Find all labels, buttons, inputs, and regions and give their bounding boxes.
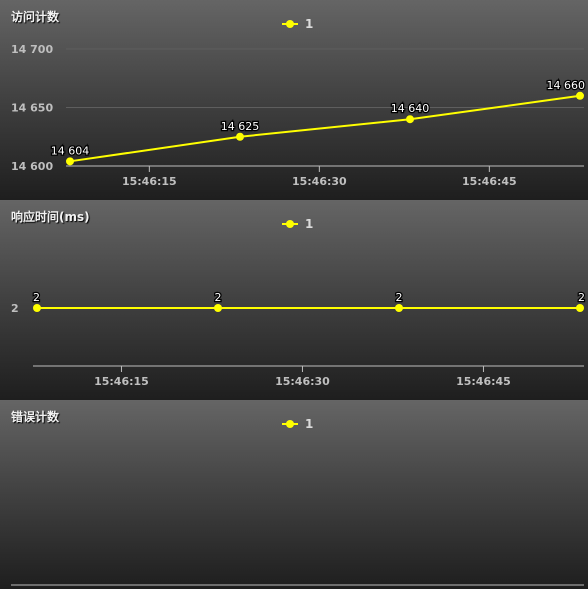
y-tick-label: 14 600	[11, 160, 53, 173]
data-point	[236, 132, 244, 141]
series-line	[69, 94, 581, 163]
data-point	[576, 304, 584, 312]
error-count-panel: 错误计数 1	[0, 400, 588, 589]
x-tick-label: 15:46:15	[122, 175, 177, 188]
data-point	[576, 91, 584, 100]
x-tick-label: 15:46:30	[275, 375, 330, 388]
x-tick-label: 15:46:30	[292, 175, 347, 188]
data-point	[406, 115, 414, 124]
error-count-plot	[11, 584, 584, 586]
visit-count-panel: 访问计数 1 14 600 14 650 14 700 15:46:15 15:46:3…	[0, 0, 588, 200]
visit-count-plot: 14 600 14 650 14 700 15:46:15 15:46:30 15:46:…	[11, 43, 586, 188]
data-label: 2	[215, 291, 222, 304]
data-label: 14 625	[221, 120, 260, 133]
y-tick-label: 14 650	[11, 102, 53, 115]
data-label: 2	[33, 291, 40, 304]
response-time-panel: 响应时间(ms) 1 2 15:46:15 15:46:30 15:46:45 2 2 2 2	[0, 200, 588, 400]
response-time-plot: 2 15:46:15 15:46:30 15:46:45 2 2 2 2	[11, 290, 586, 388]
data-label: 2	[396, 291, 403, 304]
data-label: 14 660	[547, 79, 586, 92]
x-tick-label: 15:46:45	[456, 375, 511, 388]
data-label: 2	[578, 291, 585, 304]
y-tick-label: 14 700	[11, 43, 53, 56]
y-tick-label: 2	[11, 302, 19, 315]
data-label: 14 640	[391, 102, 430, 115]
data-point	[33, 304, 41, 312]
data-point	[66, 157, 74, 166]
x-tick-label: 15:46:15	[94, 375, 149, 388]
x-tick-label: 15:46:45	[462, 175, 517, 188]
data-label: 14 604	[51, 144, 90, 157]
data-point	[395, 304, 403, 312]
data-point	[214, 304, 222, 312]
